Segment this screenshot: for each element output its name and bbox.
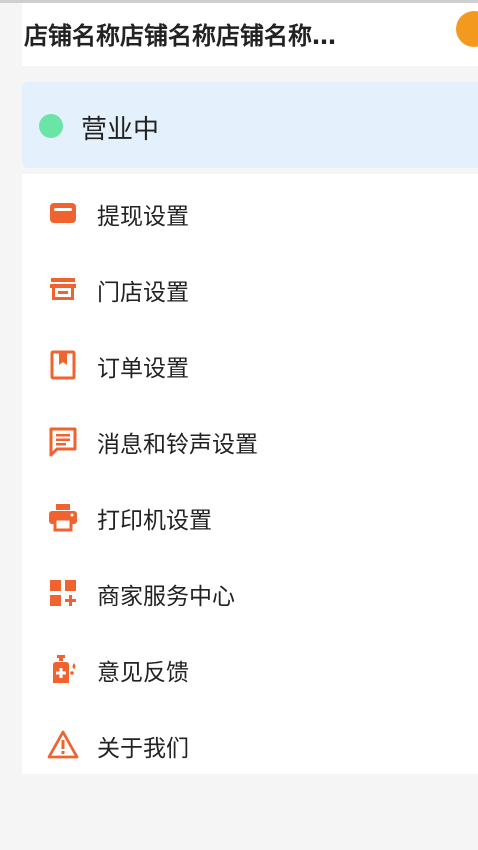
shop-name[interactable]: 店铺名称店铺名称店铺名称… xyxy=(24,16,414,51)
menu-item-label: 打印机设置 xyxy=(97,508,212,534)
menu-item-label: 消息和铃声设置 xyxy=(97,432,258,458)
menu-item-about[interactable]: 关于我们 xyxy=(22,706,478,782)
status-label: 营业中 xyxy=(81,115,160,145)
message-icon xyxy=(47,425,79,457)
menu-item-feedback[interactable]: 意见反馈 xyxy=(22,630,478,706)
menu-item-label: 订单设置 xyxy=(97,356,189,382)
menu-item-printer[interactable]: 打印机设置 xyxy=(22,478,478,554)
menu-item-store[interactable]: 门店设置 xyxy=(22,250,478,326)
avatar-icon[interactable] xyxy=(456,11,478,47)
warning-triangle-icon xyxy=(47,729,79,761)
printer-icon xyxy=(47,501,79,533)
settings-menu: 提现设置 门店设置 订单设置 消息和铃声设置 打印机设置 商家服务中心 意见反馈… xyxy=(22,174,478,774)
store-icon xyxy=(47,273,79,305)
status-dot xyxy=(39,114,63,138)
menu-item-order[interactable]: 订单设置 xyxy=(22,326,478,402)
menu-item-label: 提现设置 xyxy=(97,204,189,230)
bookmark-icon xyxy=(47,349,79,381)
header: 店铺名称店铺名称店铺名称… xyxy=(22,3,478,66)
menu-item-label: 门店设置 xyxy=(97,280,189,306)
menu-item-label: 意见反馈 xyxy=(97,660,189,686)
apps-add-icon xyxy=(47,577,79,609)
menu-item-label: 商家服务中心 xyxy=(97,584,235,610)
business-status[interactable]: 营业中 xyxy=(22,82,478,168)
menu-item-service-center[interactable]: 商家服务中心 xyxy=(22,554,478,630)
menu-item-label: 关于我们 xyxy=(97,736,189,762)
wallet-icon xyxy=(47,197,79,229)
feedback-bottle-icon xyxy=(47,653,79,685)
menu-item-message[interactable]: 消息和铃声设置 xyxy=(22,402,478,478)
menu-item-withdraw[interactable]: 提现设置 xyxy=(22,174,478,250)
